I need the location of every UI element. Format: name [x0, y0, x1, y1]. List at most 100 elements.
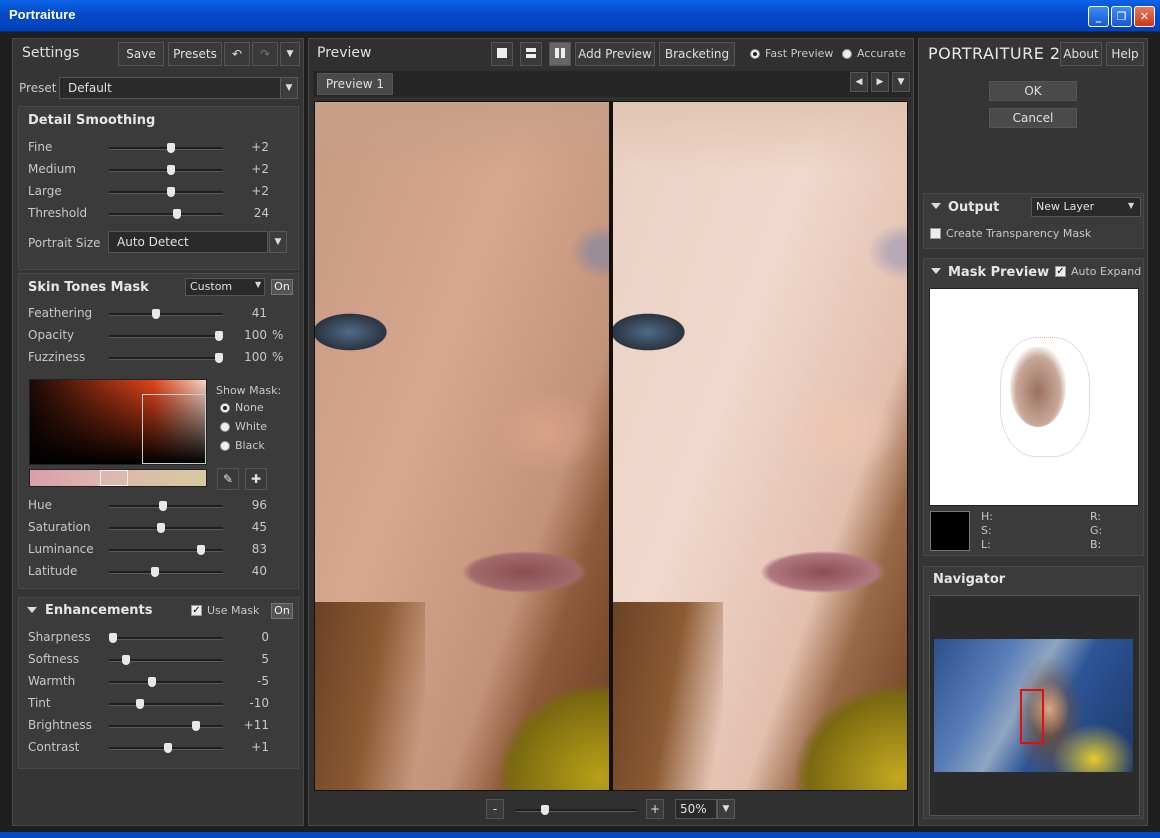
navigator-thumbnail[interactable]	[934, 639, 1133, 772]
skin-mask-on-toggle[interactable]: On	[271, 279, 293, 295]
sharpness-slider-knob[interactable]	[109, 633, 117, 643]
skin-mode-arrow-icon[interactable]: ▼	[255, 280, 261, 289]
fuzziness-slider[interactable]	[109, 353, 223, 363]
fast-preview-radio[interactable]	[750, 49, 760, 59]
hue-range-strip[interactable]	[29, 469, 207, 487]
cancel-button[interactable]: Cancel	[989, 108, 1077, 128]
warmth-slider-knob[interactable]	[148, 677, 157, 687]
zoom-slider-knob[interactable]	[540, 805, 549, 815]
latitude-label: Latitude	[28, 564, 78, 578]
mask-preview-collapse-icon[interactable]	[931, 268, 941, 274]
preset-dropdown-arrow-icon[interactable]: ▼	[280, 77, 298, 99]
accurate-label: Accurate	[857, 47, 906, 60]
large-slider-knob[interactable]	[167, 187, 176, 197]
contrast-slider-knob[interactable]	[164, 743, 173, 753]
auto-expand-checkbox[interactable]: ✓	[1055, 266, 1066, 277]
brightness-slider-knob[interactable]	[191, 721, 200, 731]
restore-icon[interactable]: ❐	[1111, 6, 1132, 27]
latitude-slider[interactable]	[109, 567, 223, 577]
brightness-slider[interactable]	[109, 721, 223, 731]
redo-icon[interactable]: ↷	[252, 42, 278, 66]
softness-slider[interactable]	[109, 655, 223, 665]
feathering-slider-knob[interactable]	[152, 309, 161, 319]
contrast-slider[interactable]	[109, 743, 223, 753]
fuzziness-label: Fuzziness	[28, 350, 86, 364]
opacity-slider-knob[interactable]	[215, 331, 223, 341]
single-view-icon[interactable]	[491, 42, 513, 66]
enhancements-collapse-icon[interactable]	[27, 607, 37, 613]
add-preview-button[interactable]: Add Preview	[575, 42, 655, 66]
zoom-in-button[interactable]: +	[646, 799, 664, 819]
bracketing-button[interactable]: Bracketing	[659, 42, 735, 66]
navigator-view-rect[interactable]	[1020, 689, 1044, 744]
zoom-slider[interactable]	[516, 805, 636, 815]
minimize-icon[interactable]: _	[1088, 6, 1109, 27]
fine-slider[interactable]	[109, 143, 223, 153]
feathering-slider[interactable]	[109, 309, 223, 319]
show-mask-white-radio[interactable]	[220, 422, 230, 432]
skin-mode-dropdown[interactable]: Custom	[185, 278, 265, 296]
threshold-slider[interactable]	[109, 209, 223, 219]
enhancements-on-toggle[interactable]: On	[271, 603, 293, 619]
zoom-level-arrow-icon[interactable]: ▼	[717, 799, 735, 819]
close-icon[interactable]: ✕	[1134, 6, 1155, 27]
tint-slider[interactable]	[109, 699, 223, 709]
sharpness-slider[interactable]	[109, 633, 223, 643]
saturation-slider-knob[interactable]	[156, 523, 165, 533]
hue-slider-knob[interactable]	[158, 501, 167, 511]
help-button[interactable]: Help	[1106, 42, 1144, 66]
show-mask-black-radio[interactable]	[220, 441, 230, 451]
show-mask-none-radio[interactable]	[220, 403, 230, 413]
hue-slider[interactable]	[109, 501, 223, 511]
transparency-mask-checkbox[interactable]	[930, 228, 941, 239]
medium-slider-knob[interactable]	[167, 165, 176, 175]
presets-button[interactable]: Presets	[168, 42, 222, 66]
latitude-slider-knob[interactable]	[151, 567, 160, 577]
skin-color-selection-box[interactable]	[142, 394, 206, 464]
large-slider[interactable]	[109, 187, 223, 197]
g-label: G:	[1090, 524, 1103, 537]
undo-icon[interactable]: ↶	[224, 42, 250, 66]
fine-slider-knob[interactable]	[167, 143, 176, 153]
portrait-size-dropdown[interactable]: Auto Detect	[108, 231, 268, 253]
arrow-right-icon[interactable]: ▶	[871, 72, 889, 92]
eyedropper-add-icon[interactable]: ✚	[245, 468, 267, 490]
zoom-out-button[interactable]: -	[486, 799, 504, 819]
preview-after-image[interactable]	[612, 101, 908, 791]
zoom-level-dropdown[interactable]: 50%	[675, 799, 717, 819]
hue-range-selector[interactable]	[100, 470, 128, 486]
tab-preview-1[interactable]: Preview 1	[317, 73, 393, 95]
saturation-slider[interactable]	[109, 523, 223, 533]
skin-color-picker[interactable]	[29, 379, 207, 465]
enhancements-section: Enhancements ✓ Use Mask On Sharpness 0 Sof…	[18, 597, 299, 769]
tab-list-arrow-icon[interactable]: ▼	[892, 72, 910, 92]
arrow-left-icon[interactable]: ◀	[850, 72, 868, 92]
split-vertical-icon[interactable]	[549, 42, 571, 66]
use-mask-checkbox[interactable]: ✓	[191, 605, 202, 616]
preset-dropdown[interactable]: Default	[59, 77, 281, 99]
preview-before-image[interactable]	[314, 101, 610, 791]
warmth-slider[interactable]	[109, 677, 223, 687]
about-button[interactable]: About	[1060, 42, 1102, 66]
fuzziness-slider-knob[interactable]	[215, 353, 223, 363]
accurate-radio[interactable]	[842, 49, 852, 59]
split-horizontal-icon[interactable]	[520, 42, 542, 66]
softness-slider-knob[interactable]	[121, 655, 130, 665]
settings-menu-arrow-icon[interactable]: ▼	[280, 42, 300, 66]
output-dropdown[interactable]: New Layer	[1031, 197, 1141, 217]
ok-button[interactable]: OK	[989, 81, 1077, 101]
portrait-size-arrow-icon[interactable]: ▼	[269, 231, 287, 253]
output-collapse-icon[interactable]	[931, 203, 941, 209]
opacity-slider[interactable]	[109, 331, 223, 341]
luminance-slider[interactable]	[109, 545, 223, 555]
eyedropper-icon[interactable]: ✎	[217, 468, 239, 490]
opacity-unit: %	[272, 328, 284, 342]
save-button[interactable]: Save	[118, 42, 164, 66]
tint-slider-knob[interactable]	[135, 699, 144, 709]
luminance-slider-knob[interactable]	[196, 545, 205, 555]
navigator-section: Navigator	[923, 566, 1144, 819]
luminance-value: 83	[251, 542, 267, 556]
threshold-slider-knob[interactable]	[172, 209, 181, 219]
medium-slider[interactable]	[109, 165, 223, 175]
output-dropdown-arrow-icon[interactable]: ▼	[1128, 201, 1134, 210]
